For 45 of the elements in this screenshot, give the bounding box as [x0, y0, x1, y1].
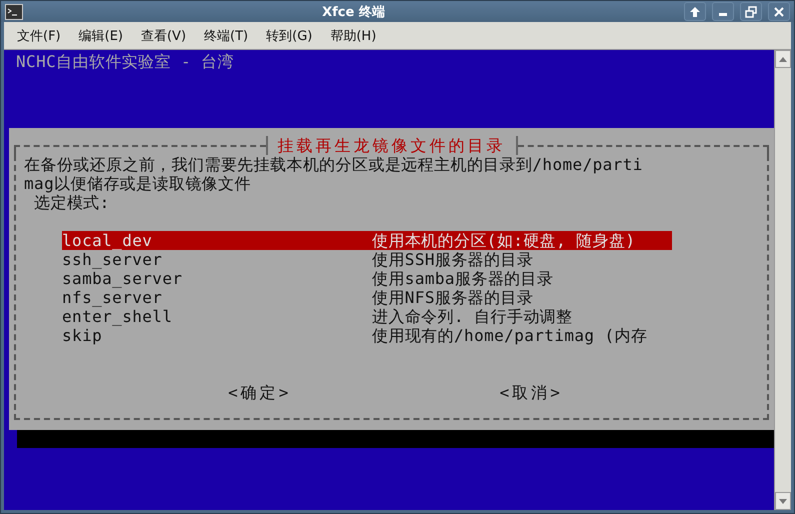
menu-option[interactable]: skip 使用现有的/home/partimag (内存	[62, 326, 672, 345]
terminal-header: NCHC自由软件实验室 - 台湾	[15, 52, 235, 71]
option-tag: nfs_server	[62, 288, 372, 307]
menu-option[interactable]: samba_server 使用samba服务器的目录	[62, 269, 672, 288]
dialog-message: 在备份或还原之前，我们需要先挂载本机的分区或是远程主机的目录到/home/parti	[24, 155, 644, 174]
option-tag: ssh_server	[62, 250, 372, 269]
prompt-label: 选定模式:	[33, 193, 111, 212]
option-tag: enter_shell	[62, 307, 372, 326]
shade-button[interactable]	[684, 2, 706, 21]
restore-button[interactable]	[740, 2, 762, 21]
menu-option[interactable]: ssh_server 使用SSH服务器的目录	[62, 250, 672, 269]
menu-item[interactable]: 文件(F)	[17, 26, 61, 44]
up-arrow-icon	[690, 6, 700, 16]
menu-item[interactable]: 编辑(E)	[78, 26, 123, 44]
menu-option[interactable]: local_dev 使用本机的分区(如:硬盘, 随身盘)	[62, 231, 672, 250]
menu-item[interactable]: 转到(G)	[266, 26, 312, 44]
option-description: 使用SSH服务器的目录	[372, 250, 534, 269]
menu-item[interactable]: 查看(V)	[140, 26, 186, 44]
menu-item[interactable]: 帮助(H)	[330, 26, 376, 44]
option-description: 进入命令列. 自行手动调整	[372, 307, 574, 326]
menu-option[interactable]: nfs_server 使用NFS服务器的目录	[62, 288, 672, 307]
down-triangle-icon	[779, 498, 787, 504]
scroll-down-button[interactable]	[775, 492, 791, 510]
window-title: Xfce 终端	[321, 4, 386, 20]
terminal-icon[interactable]	[5, 4, 23, 20]
close-button[interactable]	[768, 2, 790, 21]
minimize-icon	[719, 13, 727, 16]
dialog-button[interactable]: <确定>	[228, 383, 292, 402]
option-tag: samba_server	[62, 269, 372, 288]
option-description: 使用NFS服务器的目录	[372, 288, 534, 307]
scroll-up-button[interactable]	[775, 50, 791, 68]
menu-option[interactable]: enter_shell 进入命令列. 自行手动调整	[62, 307, 672, 326]
dialog-button[interactable]: <取消>	[500, 383, 563, 402]
restore-icon	[745, 6, 757, 18]
close-icon	[774, 6, 784, 16]
dialog-message: mag以便储存或是读取镜像文件	[24, 174, 252, 193]
up-triangle-icon	[779, 56, 787, 62]
option-description: 使用本机的分区(如:硬盘, 随身盘)	[372, 231, 636, 250]
menu-item[interactable]: 终端(T)	[204, 26, 248, 44]
option-description: 使用samba服务器的目录	[372, 269, 554, 288]
minimize-button[interactable]	[712, 2, 734, 21]
option-tag: skip	[62, 326, 372, 345]
dialog-title: 挂载再生龙镜像文件的目录	[266, 136, 518, 155]
option-description: 使用现有的/home/partimag (内存	[372, 326, 648, 345]
option-tag: local_dev	[62, 231, 372, 250]
